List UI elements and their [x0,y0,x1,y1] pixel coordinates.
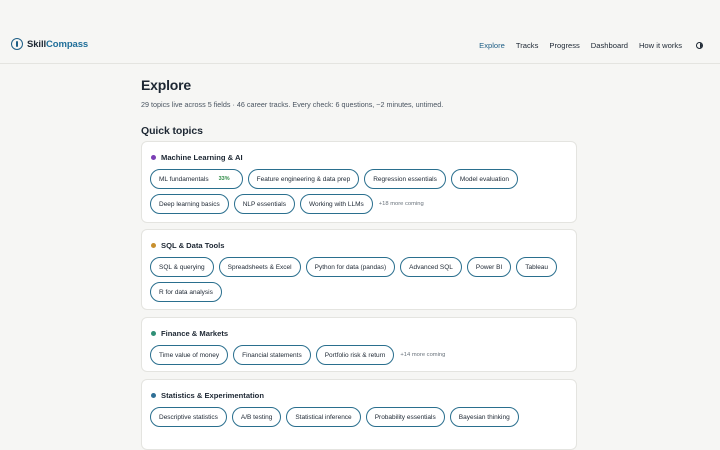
section-title-quick-topics: Quick topics [141,125,203,137]
topic-list: SQL & querying Spreadsheets & Excel Pyth… [150,257,568,307]
topic-chip[interactable]: Probability essentials [365,407,445,427]
topic-chip[interactable]: Time value of money [150,345,229,365]
compass-logo-icon [11,38,23,50]
topic-chip[interactable]: Spreadsheets & Excel [218,257,301,277]
topic-list: ML fundamentals 33% Feature engineering … [150,169,568,219]
category-header: Finance & Markets [151,327,568,339]
topic-list: Time value of money Financial statements… [150,345,568,370]
topic-chip[interactable]: Deep learning basics [150,194,229,214]
topic-chip[interactable]: ML fundamentals 33% [150,169,243,189]
more-coming-note: +18 more coming [378,201,424,207]
topic-chip[interactable]: Feature engineering & data prep [247,169,360,189]
nav-tracks[interactable]: Tracks [516,41,539,50]
more-coming-note: +14 more coming [400,352,446,358]
category-header: Machine Learning & AI [151,151,568,163]
topic-chip[interactable]: Advanced SQL [400,257,462,277]
category-title: Machine Learning & AI [161,152,243,162]
page-title: Explore [141,77,191,93]
category-dot-icon [151,392,156,398]
topic-chip[interactable]: Descriptive statistics [150,407,227,427]
category-card-finance: Finance & Markets Time value of money Fi… [141,317,577,372]
category-dot-icon [151,330,156,336]
topic-list: Descriptive statistics A/B testing Stati… [150,407,568,432]
category-dot-icon [151,242,156,248]
category-card-sql: SQL & Data Tools SQL & querying Spreadsh… [141,229,577,310]
topic-chip[interactable]: Tableau [516,257,558,277]
top-bar: SkillCompass Explore Tracks Progress Das… [0,0,720,64]
topic-progress-badge: 33% [218,176,230,182]
category-card-statistics: Statistics & Experimentation Descriptive… [141,379,577,450]
topic-label: ML fundamentals [159,175,209,183]
topic-chip[interactable]: Model evaluation [450,169,518,189]
category-header: Statistics & Experimentation [151,389,568,401]
main-nav: Explore Tracks Progress Dashboard How it… [479,38,720,52]
topic-chip[interactable]: A/B testing [231,407,282,427]
topic-chip[interactable]: Python for data (pandas) [305,257,396,277]
category-title: Finance & Markets [161,328,229,338]
main-content: Explore 29 topics live across 5 fields ·… [141,77,579,137]
topic-chip[interactable]: Portfolio risk & return [315,345,395,365]
page-subtitle: 29 topics live across 5 fields · 46 care… [141,100,444,109]
nav-how-it-works[interactable]: How it works [639,41,682,50]
nav-progress[interactable]: Progress [549,41,579,50]
topic-chip[interactable]: NLP essentials [233,194,295,214]
category-title: SQL & Data Tools [161,240,225,250]
topic-chip[interactable]: Statistical inference [286,407,361,427]
topic-chip[interactable]: Regression essentials [364,169,446,189]
brand-logo[interactable]: SkillCompass [11,38,88,50]
nav-dashboard[interactable]: Dashboard [591,41,628,50]
topic-chip[interactable]: Power BI [466,257,512,277]
topic-chip[interactable]: SQL & querying [150,257,214,277]
topic-chip[interactable]: Financial statements [233,345,311,365]
category-card-ml: Machine Learning & AI ML fundamentals 33… [141,141,577,223]
topic-chip[interactable]: R for data analysis [150,282,222,302]
category-title: Statistics & Experimentation [161,390,264,400]
category-header: SQL & Data Tools [151,239,568,251]
topic-chip[interactable]: Bayesian thinking [449,407,519,427]
topic-chip[interactable]: Working with LLMs [299,194,373,214]
brand-name: SkillCompass [27,38,89,50]
theme-toggle-icon[interactable] [696,41,703,49]
category-dot-icon [151,154,156,160]
nav-explore[interactable]: Explore [479,41,505,50]
